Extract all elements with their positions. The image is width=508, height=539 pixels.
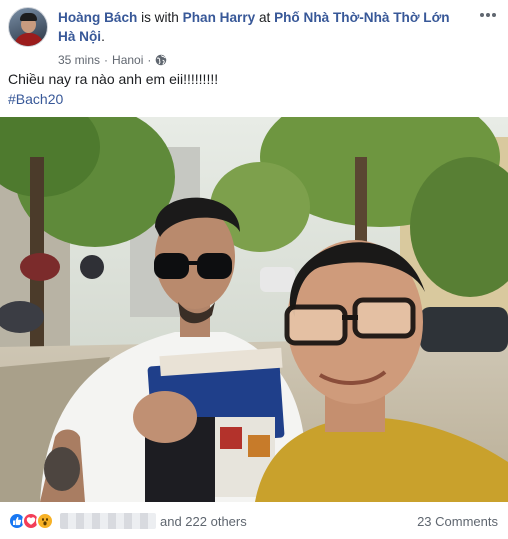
wow-icon [36, 512, 54, 530]
photo [0, 117, 508, 502]
hashtag-link[interactable]: #Bach20 [8, 89, 63, 109]
post-time[interactable]: 35 mins [58, 53, 100, 67]
reaction-names-blurred [60, 513, 156, 529]
meta-separator-2: · [147, 53, 152, 67]
post-place[interactable]: Hanoi [112, 53, 143, 67]
comments-count-link[interactable]: 23 Comments [417, 514, 498, 529]
post-header: Hoàng Bách is with Phan Harry at Phố Nhà… [8, 7, 500, 67]
meta-separator: · [104, 53, 109, 67]
post-header-text: Hoàng Bách is with Phan Harry at Phố Nhà… [58, 8, 468, 46]
post-message: Chiều nay ra nào anh em eii!!!!!!!!! [8, 71, 219, 87]
post-footer: and 222 others 23 Comments [8, 508, 498, 534]
location-end: . [101, 29, 105, 44]
with-text: is with [137, 10, 183, 25]
author-name-link[interactable]: Hoàng Bách [58, 10, 137, 25]
reaction-count-link[interactable]: and 222 others [160, 514, 247, 529]
reaction-icons[interactable] [8, 512, 54, 530]
more-options-icon[interactable] [476, 7, 500, 23]
author-avatar[interactable] [8, 7, 48, 47]
tagged-friend-link[interactable]: Phan Harry [183, 10, 256, 25]
post-meta: 35 mins · Hanoi · [58, 53, 167, 67]
post-photo[interactable] [0, 117, 508, 502]
globe-icon[interactable] [155, 54, 167, 66]
facebook-post: Hoàng Bách is with Phan Harry at Phố Nhà… [0, 0, 508, 539]
at-text: at [255, 10, 275, 25]
